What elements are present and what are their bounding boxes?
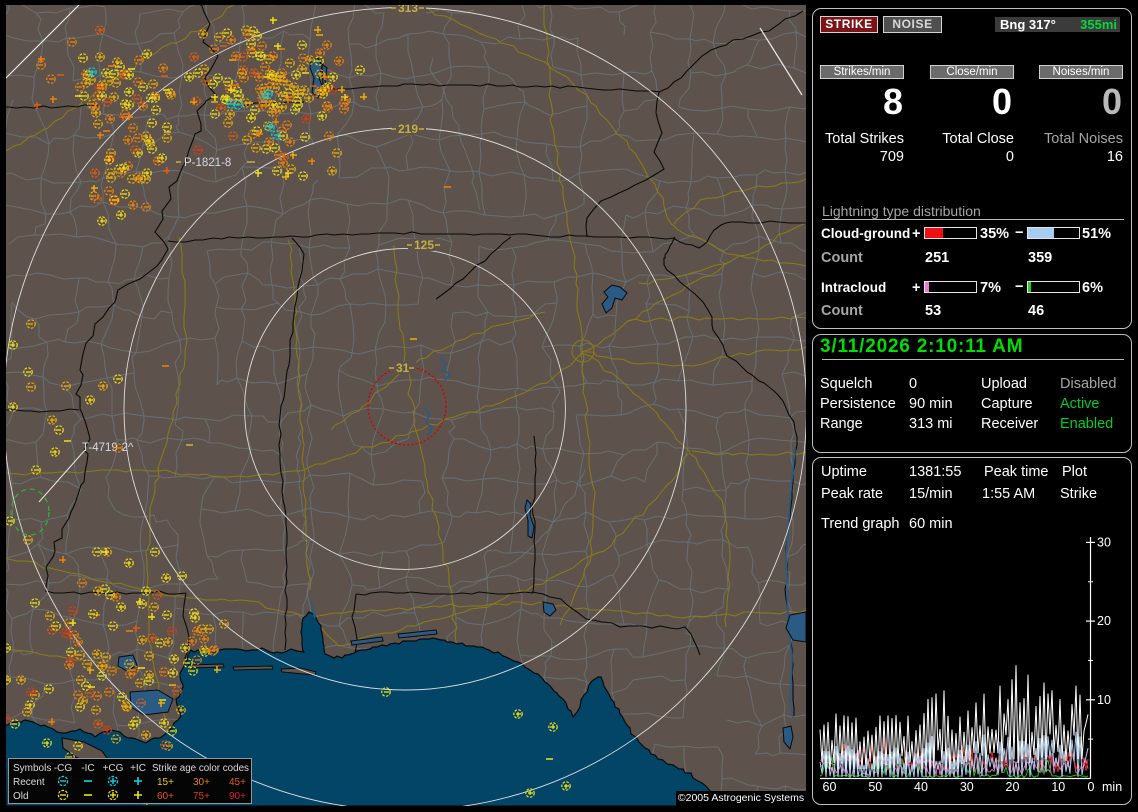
svg-text:+IC: +IC: [130, 763, 146, 774]
svg-text:20: 20: [1097, 614, 1111, 628]
svg-text:10: 10: [1097, 693, 1111, 707]
svg-text:Old: Old: [13, 791, 29, 802]
svg-text:50: 50: [868, 780, 882, 794]
svg-text:10: 10: [1051, 780, 1065, 794]
svg-text:Strike age color codes: Strike age color codes: [152, 763, 249, 774]
svg-text:90+: 90+: [229, 791, 246, 802]
svg-text:313: 313: [398, 5, 418, 15]
svg-text:Symbols: Symbols: [13, 763, 51, 774]
svg-text:30: 30: [960, 780, 974, 794]
svg-text:40: 40: [914, 780, 928, 794]
svg-text:125: 125: [414, 238, 434, 252]
svg-text:30: 30: [1097, 535, 1111, 549]
svg-text:20: 20: [1006, 780, 1020, 794]
svg-text:60+: 60+: [157, 791, 174, 802]
svg-text:+CG: +CG: [103, 763, 124, 774]
svg-text:-CG: -CG: [54, 763, 73, 774]
svg-text:min: min: [1102, 780, 1122, 794]
svg-text:75+: 75+: [193, 791, 210, 802]
svg-text:-IC: -IC: [81, 763, 94, 774]
svg-text:219: 219: [398, 122, 418, 136]
svg-text:Recent: Recent: [13, 777, 45, 788]
svg-text:45+: 45+: [229, 777, 246, 788]
svg-text:31: 31: [396, 361, 410, 375]
svg-text:60: 60: [823, 780, 837, 794]
svg-text:30+: 30+: [193, 777, 210, 788]
svg-text:0: 0: [1088, 780, 1095, 794]
svg-text:15+: 15+: [157, 777, 174, 788]
